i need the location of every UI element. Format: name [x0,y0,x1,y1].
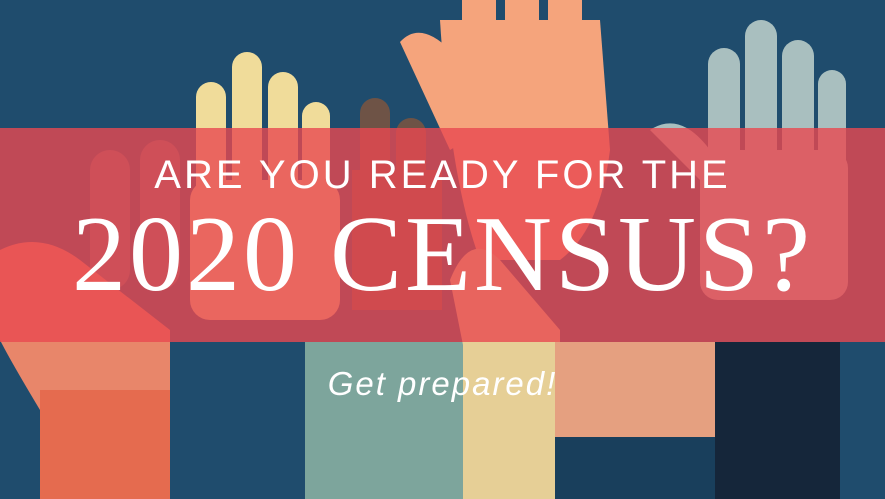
headline-large: 2020 CENSUS? [71,195,814,314]
navy-sleeve-left [175,330,305,499]
census-promo-graphic: ARE YOU READY FOR THE 2020 CENSUS? Get p… [0,0,885,499]
navy-cuff [555,437,715,499]
headline-small: ARE YOU READY FOR THE [154,153,731,197]
tagline: Get prepared! [327,365,558,402]
